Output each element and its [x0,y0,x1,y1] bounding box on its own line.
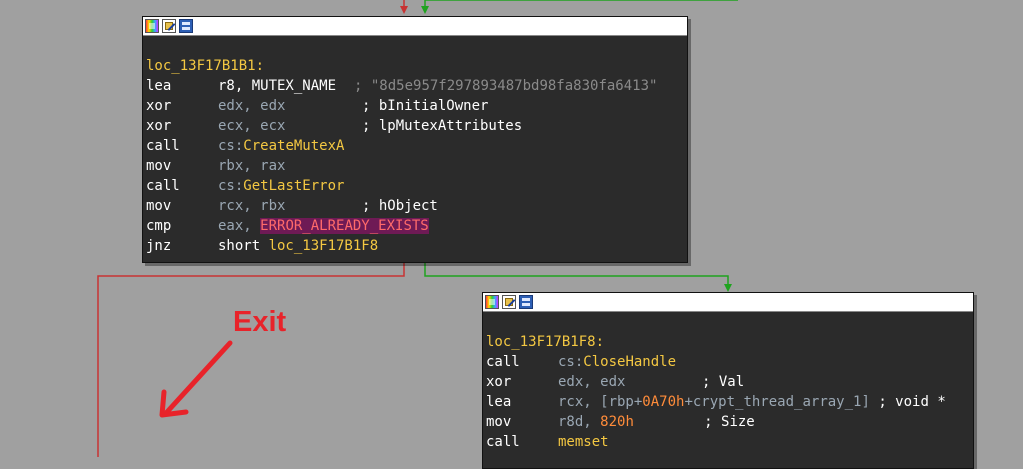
operands: rbx, rax [218,158,286,174]
rename-icon[interactable] [162,19,176,33]
instruction-line[interactable]: call cs:GetLastError [146,176,687,196]
mnemonic: call [486,434,520,450]
mnemonic: call [146,138,180,154]
instruction-line[interactable]: xor ecx, ecx ; lpMutexAttributes [146,116,687,136]
edge-node1-to-node2 [424,262,729,287]
comment: ; "8d5e957f297893487bd98fa830fa6413" [354,78,658,94]
mnemonic: lea [486,394,512,410]
node-titlebar [143,17,687,36]
instruction-line[interactable]: xor edx, edx ; Val [486,372,973,392]
import-name[interactable]: CreateMutexA [243,138,344,154]
mnemonic: xor [146,98,172,114]
mnemonic: mov [486,414,512,430]
import-name[interactable]: CloseHandle [583,354,676,370]
mnemonic: cmp [146,218,172,234]
mnemonic: mov [146,158,172,174]
instruction-line[interactable]: mov r8d, 820h ; Size [486,412,973,432]
graph-overview-icon[interactable] [179,19,193,33]
jump-target[interactable]: loc_13F17B1F8 [269,238,379,254]
exit-annotation-arrow [164,340,233,415]
instruction-line[interactable]: call cs:CreateMutexA [146,136,687,156]
block-label[interactable]: loc_13F17B1F8: [486,332,973,352]
instruction-line[interactable]: mov rbx, rax [146,156,687,176]
operands: +crypt_thread_array_1] [684,394,870,410]
code-block-loc-13F17B1F8[interactable]: loc_13F17B1F8: call cs:CloseHandle xor edx… [482,292,974,469]
rename-icon[interactable] [502,295,516,309]
operands: rcx, [rbp+ [558,394,643,410]
operand-segment: cs: [218,138,244,154]
operand-segment: cs: [558,354,584,370]
operands: edx, edx [218,98,286,114]
instruction-line[interactable]: lea r8, MUTEX_NAME ; "8d5e957f297893487bd9… [146,76,687,96]
comment: ; void * [878,394,946,410]
operands: rcx, rbx [218,198,286,214]
instruction-line[interactable]: call cs:CloseHandle [486,352,973,372]
node-code: loc_13F17B1F8: call cs:CloseHandle xor edx… [483,312,973,452]
block-label[interactable]: loc_13F17B1B1: [146,56,687,76]
operands: short [218,238,269,254]
instruction-line[interactable]: call memset [486,432,973,452]
operands: eax, [218,218,261,234]
instruction-line[interactable]: jnz short loc_13F17B1F8 [146,236,687,256]
comment: ; bInitialOwner [362,98,489,114]
mnemonic: lea [146,78,172,94]
incoming-edge-true-arrow [421,6,429,14]
mnemonic: xor [146,118,172,134]
operands: r8d, [558,414,601,430]
operands: edx, edx [558,374,626,390]
mnemonic: mov [146,198,172,214]
highlighted-constant[interactable]: ERROR_ALREADY_EXISTS [260,218,429,234]
instruction-line[interactable]: cmp eax, ERROR_ALREADY_EXISTS [146,216,687,236]
numeric-immediate: 820h [600,414,634,430]
instruction-line[interactable]: xor edx, edx ; bInitialOwner [146,96,687,116]
incoming-edge-false-arrow [400,6,408,14]
edge-node1-to-node2-arrow [724,284,732,292]
node-titlebar [483,293,973,312]
operands: ecx, ecx [218,118,286,134]
comment: ; Size [704,414,755,430]
incoming-edge-true [424,0,738,10]
exit-annotation-label: Exit [233,306,287,338]
mnemonic: call [486,354,520,370]
import-name[interactable]: GetLastError [243,178,344,194]
mnemonic: xor [486,374,512,390]
graph-overview-icon[interactable] [519,295,533,309]
operand-segment: cs: [218,178,244,194]
operands: r8, MUTEX_NAME [218,78,337,94]
mnemonic: call [146,178,180,194]
code-block-loc-13F17B1B1[interactable]: loc_13F17B1B1: lea r8, MUTEX_NAME ; "8d5e9… [142,16,688,263]
comment: ; hObject [362,198,438,214]
numeric-offset: 0A70h [642,394,685,410]
comment: ; lpMutexAttributes [362,118,523,134]
instruction-line[interactable]: mov rcx, rbx ; hObject [146,196,687,216]
call-target[interactable]: memset [558,434,609,450]
node-code: loc_13F17B1B1: lea r8, MUTEX_NAME ; "8d5e9… [143,36,687,256]
color-palette-icon[interactable] [485,295,499,309]
mnemonic: jnz [146,238,172,254]
comment: ; Val [702,374,745,390]
color-palette-icon[interactable] [145,19,159,33]
edge-node1-fallthrough [97,262,405,457]
instruction-line[interactable]: lea rcx, [rbp+0A70h+crypt_thread_array_1]… [486,392,973,412]
